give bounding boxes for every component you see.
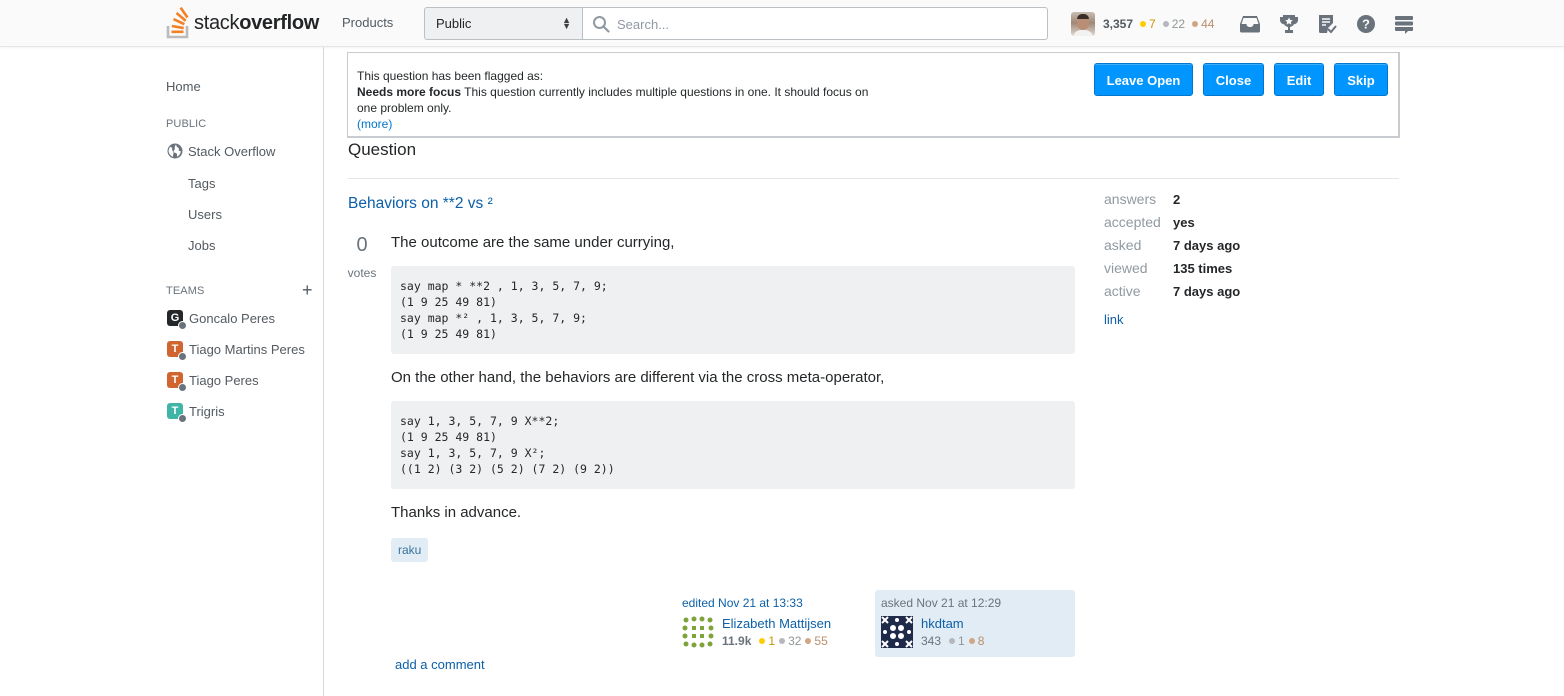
- add-team-button[interactable]: +: [302, 281, 313, 299]
- editor-avatar[interactable]: [682, 616, 714, 648]
- editor-reputation: 11.9k 1 32 55: [722, 634, 828, 648]
- sidebar-item-stack-overflow[interactable]: Stack Overflow: [167, 143, 275, 159]
- bronze-badges: 55: [805, 634, 828, 648]
- review-queues-icon[interactable]: [1315, 12, 1339, 36]
- sidebar-item-jobs[interactable]: Jobs: [188, 238, 215, 253]
- flag-reason: Needs more focus: [357, 85, 462, 99]
- silver-badges: 1: [949, 634, 965, 648]
- select-arrows-icon: ▲ ▼: [562, 15, 571, 31]
- stackoverflow-logo[interactable]: stackoverflow: [166, 6, 319, 40]
- stat-accepted: accepted yes: [1104, 214, 1195, 230]
- sidebar-team-tiago-martins-peres[interactable]: T Tiago Martins Peres: [167, 341, 305, 361]
- silver-badges: 32: [779, 634, 801, 648]
- owner-name-link[interactable]: hkdtam: [921, 616, 964, 631]
- stat-viewed: viewed 135 times: [1104, 260, 1233, 276]
- logo-text: stackoverflow: [194, 11, 320, 34]
- section-heading: Question: [348, 140, 417, 159]
- code-block: say map * **2 , 1, 3, 5, 7, 9; (1 9 25 4…: [391, 266, 1075, 354]
- lock-icon: [178, 321, 187, 330]
- site-switcher-icon[interactable]: [1392, 12, 1416, 36]
- silver-badges: 22: [1162, 17, 1185, 31]
- close-button[interactable]: Close: [1203, 63, 1264, 96]
- edit-button[interactable]: Edit: [1274, 63, 1324, 96]
- sidebar-team-trigris[interactable]: T Trigris: [167, 403, 225, 423]
- gold-badges: 7: [1140, 17, 1156, 31]
- asked-time-link[interactable]: asked Nov 21 at 12:29: [881, 596, 1001, 610]
- user-reputation: 3,357: [1103, 17, 1134, 31]
- stat-answers: answers 2: [1104, 191, 1181, 207]
- svg-text:?: ?: [1362, 17, 1370, 32]
- review-task-bar: This question has been flagged as: Needs…: [347, 52, 1400, 138]
- gold-badges: 1: [759, 634, 775, 648]
- flag-intro: This question has been flagged as:: [357, 69, 544, 83]
- vote-count: 0: [356, 234, 368, 256]
- sidebar-heading-public: PUBLIC: [166, 118, 207, 130]
- inbox-icon[interactable]: [1238, 12, 1262, 36]
- sidebar-heading-teams: TEAMS: [166, 285, 205, 297]
- sidebar-item-tags[interactable]: Tags: [188, 176, 215, 191]
- search-box: [582, 7, 1048, 40]
- tag-raku[interactable]: raku: [391, 538, 429, 562]
- question-paragraph: On the other hand, the behaviors are dif…: [391, 369, 885, 386]
- scope-select-value: Public: [436, 16, 472, 31]
- topbar-icons: ?: [1238, 12, 1431, 36]
- code-block: say 1, 3, 5, 7, 9 X**2; (1 9 25 49 81) s…: [391, 401, 1075, 489]
- owner-avatar[interactable]: [881, 616, 913, 648]
- bronze-badges: 8: [968, 634, 984, 648]
- search-icon: [593, 16, 610, 33]
- left-sidebar: Home PUBLIC Stack Overflow Tags Users Jo…: [0, 47, 324, 696]
- sidebar-item-home[interactable]: Home: [166, 79, 201, 94]
- stat-active: active 7 days ago: [1104, 283, 1241, 299]
- user-profile-link[interactable]: 3,357 7 22 44: [1071, 12, 1214, 36]
- skip-button[interactable]: Skip: [1334, 63, 1388, 96]
- flag-more-link[interactable]: (more): [357, 117, 392, 131]
- scope-select[interactable]: Public ▲ ▼: [424, 7, 583, 40]
- question-title[interactable]: Behaviors on **2 vs ²: [348, 195, 493, 213]
- achievements-icon[interactable]: [1277, 12, 1301, 36]
- top-bar: stackoverflow Products Public ▲▼ 3,357 7…: [0, 0, 1564, 47]
- search-input[interactable]: [615, 14, 1035, 34]
- leave-open-button[interactable]: Leave Open: [1094, 63, 1193, 96]
- team-icon: G: [167, 310, 187, 330]
- divider: [348, 178, 1399, 179]
- question-paragraph: Thanks in advance.: [391, 504, 522, 521]
- products-menu[interactable]: Products: [342, 15, 393, 30]
- lock-icon: [178, 414, 187, 423]
- team-icon: T: [167, 341, 187, 361]
- globe-icon: [167, 143, 183, 159]
- avatar: [1071, 12, 1095, 36]
- edited-time-link[interactable]: edited Nov 21 at 13:33: [682, 596, 803, 610]
- lock-icon: [178, 352, 187, 361]
- editor-signature: edited Nov 21 at 13:33 Elizabeth Mattijs…: [676, 590, 866, 656]
- votes-label: votes: [347, 266, 377, 280]
- team-icon: T: [167, 372, 187, 392]
- owner-reputation: 343 1 8: [921, 634, 985, 648]
- question-link[interactable]: link: [1104, 312, 1124, 327]
- team-icon: T: [167, 403, 187, 423]
- add-comment-link[interactable]: add a comment: [395, 657, 485, 672]
- bronze-badges: 44: [1192, 17, 1214, 31]
- flag-message: This question has been flagged as: Needs…: [357, 68, 877, 132]
- sidebar-team-tiago-peres[interactable]: T Tiago Peres: [167, 372, 259, 392]
- sidebar-item-users[interactable]: Users: [188, 207, 222, 222]
- question-paragraph: The outcome are the same under currying,: [391, 234, 675, 251]
- owner-signature: asked Nov 21 at 12:29 hkdtam 343 1 8: [875, 590, 1075, 657]
- editor-name-link[interactable]: Elizabeth Mattijsen: [722, 616, 831, 631]
- stack-logo-icon: [166, 7, 189, 39]
- help-icon[interactable]: ?: [1354, 12, 1378, 36]
- sidebar-team-goncalo-peres[interactable]: G Goncalo Peres: [167, 310, 275, 330]
- stat-asked: asked 7 days ago: [1104, 237, 1241, 253]
- lock-icon: [178, 383, 187, 392]
